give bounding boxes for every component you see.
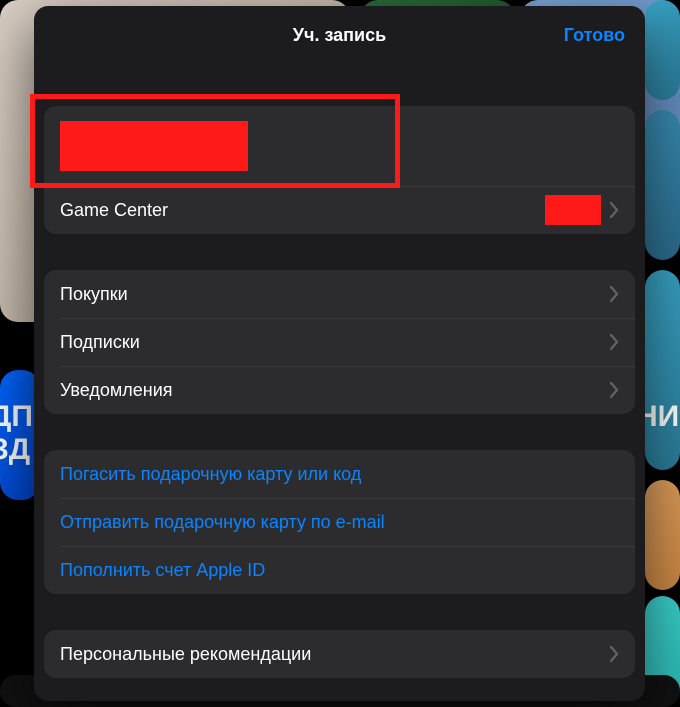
chevron-right-icon: [609, 286, 619, 302]
game-center-label: Game Center: [60, 200, 545, 221]
send-gift-link[interactable]: Отправить подарочную карту по e-mail: [44, 498, 635, 546]
chevron-right-icon: [609, 646, 619, 662]
personal-recommendations-row[interactable]: Персональные рекомендации: [44, 630, 635, 678]
sheet-header: Уч. запись Готово: [34, 6, 645, 64]
row-label: Уведомления: [60, 380, 609, 401]
sheet-title: Уч. запись: [293, 25, 386, 46]
row-label: Погасить подарочную карту или код: [60, 464, 619, 485]
row-label: Персональные рекомендации: [60, 644, 609, 665]
row-label: Покупки: [60, 284, 609, 305]
chevron-right-icon: [609, 202, 619, 218]
chevron-right-icon: [609, 382, 619, 398]
row-label: Пополнить счет Apple ID: [60, 560, 619, 581]
chevron-right-icon: [609, 334, 619, 350]
row-label: Подписки: [60, 332, 609, 353]
game-center-row[interactable]: Game Center: [44, 186, 635, 234]
account-sheet: Уч. запись Готово Game Center Покупки По…: [34, 6, 645, 701]
row-label: Отправить подарочную карту по e-mail: [60, 512, 619, 533]
group-recommendations: Персональные рекомендации: [44, 630, 635, 678]
redaction-box: [60, 121, 248, 171]
done-button[interactable]: Готово: [564, 6, 625, 64]
notifications-row[interactable]: Уведомления: [44, 366, 635, 414]
add-funds-link[interactable]: Пополнить счет Apple ID: [44, 546, 635, 594]
redaction-box: [545, 195, 601, 225]
group-general: Покупки Подписки Уведомления: [44, 270, 635, 414]
subscriptions-row[interactable]: Подписки: [44, 318, 635, 366]
redeem-gift-link[interactable]: Погасить подарочную карту или код: [44, 450, 635, 498]
group-profile: Game Center: [44, 106, 635, 234]
profile-row[interactable]: [44, 106, 635, 186]
group-links: Погасить подарочную карту или код Отправ…: [44, 450, 635, 594]
purchases-row[interactable]: Покупки: [44, 270, 635, 318]
